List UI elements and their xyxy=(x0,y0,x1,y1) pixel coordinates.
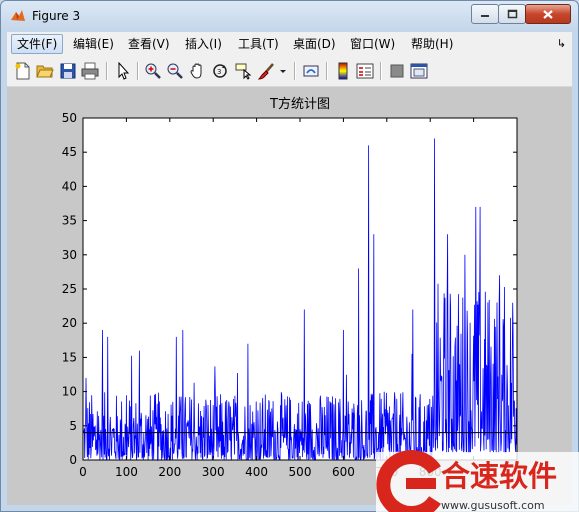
zoom-out-button[interactable] xyxy=(165,61,185,81)
open-button[interactable] xyxy=(35,61,55,81)
close-button[interactable] xyxy=(525,4,571,24)
hide-plot-tools-button[interactable] xyxy=(387,61,407,81)
colorbar-icon xyxy=(338,62,348,80)
toolbar-separator xyxy=(380,62,382,80)
link-plot-button[interactable] xyxy=(301,61,321,81)
zoom-out-icon xyxy=(167,63,183,79)
hide-plot-tools-icon xyxy=(390,64,404,78)
close-icon xyxy=(543,9,553,19)
toolbar-separator xyxy=(106,62,108,80)
menu-bar: 文件(F) 编辑(E) 查看(V) 插入(I) 工具(T) 桌面(D) 窗口(W… xyxy=(7,32,572,56)
brush-dropdown-icon xyxy=(280,70,286,73)
legend-button[interactable] xyxy=(355,61,375,81)
menu-edit[interactable]: 编辑(E) xyxy=(68,35,119,53)
figure-window: Figure 3 文件(F) 编辑(E) 查看(V) 插入(I) 工具(T) 桌… xyxy=(0,0,579,512)
window-title: Figure 3 xyxy=(32,9,81,23)
edit-plot-arrow-icon xyxy=(118,62,130,80)
figure-canvas xyxy=(7,87,572,505)
zoom-in-icon xyxy=(145,63,161,79)
show-plot-tools-button[interactable] xyxy=(409,61,429,81)
pan-button[interactable] xyxy=(188,61,208,81)
menu-insert[interactable]: 插入(I) xyxy=(180,35,227,53)
toolbar-separator xyxy=(137,62,139,80)
print-icon xyxy=(81,62,99,80)
toolbar-separator xyxy=(326,62,328,80)
legend-icon xyxy=(356,63,374,79)
edit-plot-button[interactable] xyxy=(113,61,133,81)
print-button[interactable] xyxy=(80,61,100,81)
pan-hand-icon xyxy=(190,63,202,79)
svg-text:3: 3 xyxy=(217,68,221,76)
brush-icon xyxy=(258,63,274,80)
new-figure-icon xyxy=(15,62,30,80)
zoom-in-button[interactable] xyxy=(143,61,163,81)
data-cursor-button[interactable] xyxy=(233,61,253,81)
menu-help[interactable]: 帮助(H) xyxy=(406,35,458,53)
menu-overflow-icon[interactable]: ↳ xyxy=(557,37,566,50)
link-plot-icon xyxy=(303,65,319,77)
open-icon xyxy=(36,65,54,78)
minimize-icon xyxy=(481,15,489,17)
colorbar-button[interactable] xyxy=(333,61,353,81)
maximize-icon xyxy=(507,9,517,19)
save-icon xyxy=(60,63,76,79)
figure-toolbar: 3 xyxy=(7,56,572,87)
menu-file[interactable]: 文件(F) xyxy=(11,34,64,54)
save-button[interactable] xyxy=(58,61,78,81)
menu-view[interactable]: 查看(V) xyxy=(123,35,175,53)
rotate-3d-icon: 3 xyxy=(213,64,227,78)
show-plot-tools-icon xyxy=(410,63,428,79)
menu-tools[interactable]: 工具(T) xyxy=(233,35,284,53)
menu-window[interactable]: 窗口(W) xyxy=(345,35,400,53)
title-bar[interactable]: Figure 3 xyxy=(1,1,578,31)
toolbar-separator xyxy=(294,62,296,80)
data-cursor-icon xyxy=(235,63,252,80)
new-figure-button[interactable] xyxy=(13,61,33,81)
maximize-button[interactable] xyxy=(498,4,526,24)
brush-dropdown-button[interactable] xyxy=(278,61,288,81)
matlab-icon xyxy=(11,10,25,21)
brush-button[interactable] xyxy=(257,61,277,81)
rotate-3d-button[interactable]: 3 xyxy=(210,61,230,81)
menu-desktop[interactable]: 桌面(D) xyxy=(288,35,341,53)
minimize-button[interactable] xyxy=(471,4,499,24)
